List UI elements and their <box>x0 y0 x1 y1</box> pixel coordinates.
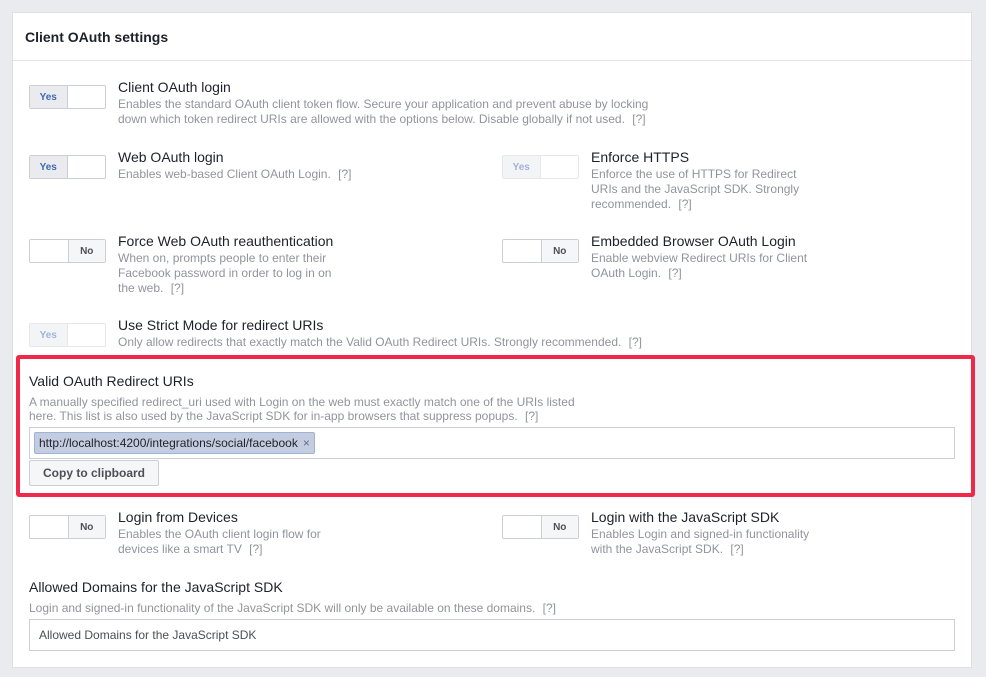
setting-desc: Enforce the use of HTTPS for Redirect UR… <box>591 167 800 211</box>
strict-mode-toggle[interactable]: Yes <box>29 323 106 347</box>
client-oauth-toggle[interactable]: Yes <box>29 85 106 109</box>
uri-token: http://localhost:4200/integrations/socia… <box>34 432 315 454</box>
help-link[interactable]: [?] <box>678 197 691 211</box>
toggle-no-label: No <box>67 240 105 262</box>
remove-token-icon[interactable]: × <box>303 436 310 450</box>
setting-login-devices: No Login from Devices Enables the OAuth … <box>29 509 321 557</box>
embedded-browser-toggle[interactable]: No <box>502 239 579 263</box>
setting-title: Login from Devices <box>118 509 238 525</box>
panel-title: Client OAuth settings <box>13 13 971 61</box>
setting-desc: Enables the OAuth client login flow for … <box>118 527 321 556</box>
help-link[interactable]: [?] <box>629 335 642 349</box>
copy-to-clipboard-button[interactable]: Copy to clipboard <box>29 460 159 486</box>
setting-title: Login with the JavaScript SDK <box>591 509 780 525</box>
setting-client-oauth-login: Yes Client OAuth login Enables the stand… <box>29 79 648 127</box>
toggle-yes-label: Yes <box>503 156 541 178</box>
toggle-no-label: No <box>540 240 578 262</box>
help-link[interactable]: [?] <box>338 167 351 181</box>
setting-embedded-browser: No Embedded Browser OAuth Login Enable w… <box>502 233 807 281</box>
setting-force-reauth: No Force Web OAuth reauthentication When… <box>29 233 333 296</box>
setting-strict-mode: Yes Use Strict Mode for redirect URIs On… <box>29 317 642 350</box>
setting-title: Use Strict Mode for redirect URIs <box>118 317 324 333</box>
help-link[interactable]: [?] <box>543 601 556 615</box>
setting-js-sdk: No Login with the JavaScript SDK Enables… <box>502 509 809 557</box>
toggle-yes-label: Yes <box>30 156 68 178</box>
setting-desc: Enables Login and signed-in functionalit… <box>591 527 810 556</box>
setting-title: Force Web OAuth reauthentication <box>118 233 334 249</box>
setting-desc: Enable webview Redirect URIs for Client … <box>591 251 808 280</box>
force-reauth-toggle[interactable]: No <box>29 239 106 263</box>
setting-title: Web OAuth login <box>118 149 224 165</box>
setting-enforce-https: Yes Enforce HTTPS Enforce the use of HTT… <box>502 149 799 212</box>
uri-token-text: http://localhost:4200/integrations/socia… <box>39 436 298 450</box>
setting-title: Client OAuth login <box>118 79 231 95</box>
redirect-uris-label: Valid OAuth Redirect URIs <box>29 373 194 389</box>
help-link[interactable]: [?] <box>668 266 681 280</box>
allowed-domains-label: Allowed Domains for the JavaScript SDK <box>29 579 283 595</box>
setting-title: Embedded Browser OAuth Login <box>591 233 796 249</box>
web-oauth-toggle[interactable]: Yes <box>29 155 106 179</box>
allowed-domains-input[interactable] <box>29 619 955 651</box>
setting-desc: Enables the standard OAuth client token … <box>118 97 649 126</box>
enforce-https-toggle[interactable]: Yes <box>502 155 579 179</box>
setting-desc: When on, prompts people to enter their F… <box>118 251 332 295</box>
toggle-yes-label: Yes <box>30 86 68 108</box>
setting-web-oauth-login: Yes Web OAuth login Enables web-based Cl… <box>29 149 352 182</box>
help-link[interactable]: [?] <box>632 112 645 126</box>
login-devices-toggle[interactable]: No <box>29 515 106 539</box>
allowed-domains-desc: Login and signed-in functionality of the… <box>29 601 556 615</box>
help-link[interactable]: [?] <box>249 542 262 556</box>
redirect-uris-input[interactable]: http://localhost:4200/integrations/socia… <box>29 427 955 459</box>
help-link[interactable]: [?] <box>730 542 743 556</box>
redirect-uris-desc: A manually specified redirect_uri used w… <box>29 395 575 423</box>
setting-desc: Enables web-based Client OAuth Login. [?… <box>118 167 352 181</box>
setting-desc: Only allow redirects that exactly match … <box>118 335 643 349</box>
toggle-no-label: No <box>67 516 105 538</box>
js-sdk-toggle[interactable]: No <box>502 515 579 539</box>
help-link[interactable]: [?] <box>525 409 538 423</box>
toggle-no-label: No <box>540 516 578 538</box>
help-link[interactable]: [?] <box>171 281 184 295</box>
toggle-yes-label: Yes <box>30 324 68 346</box>
setting-title: Enforce HTTPS <box>591 149 690 165</box>
